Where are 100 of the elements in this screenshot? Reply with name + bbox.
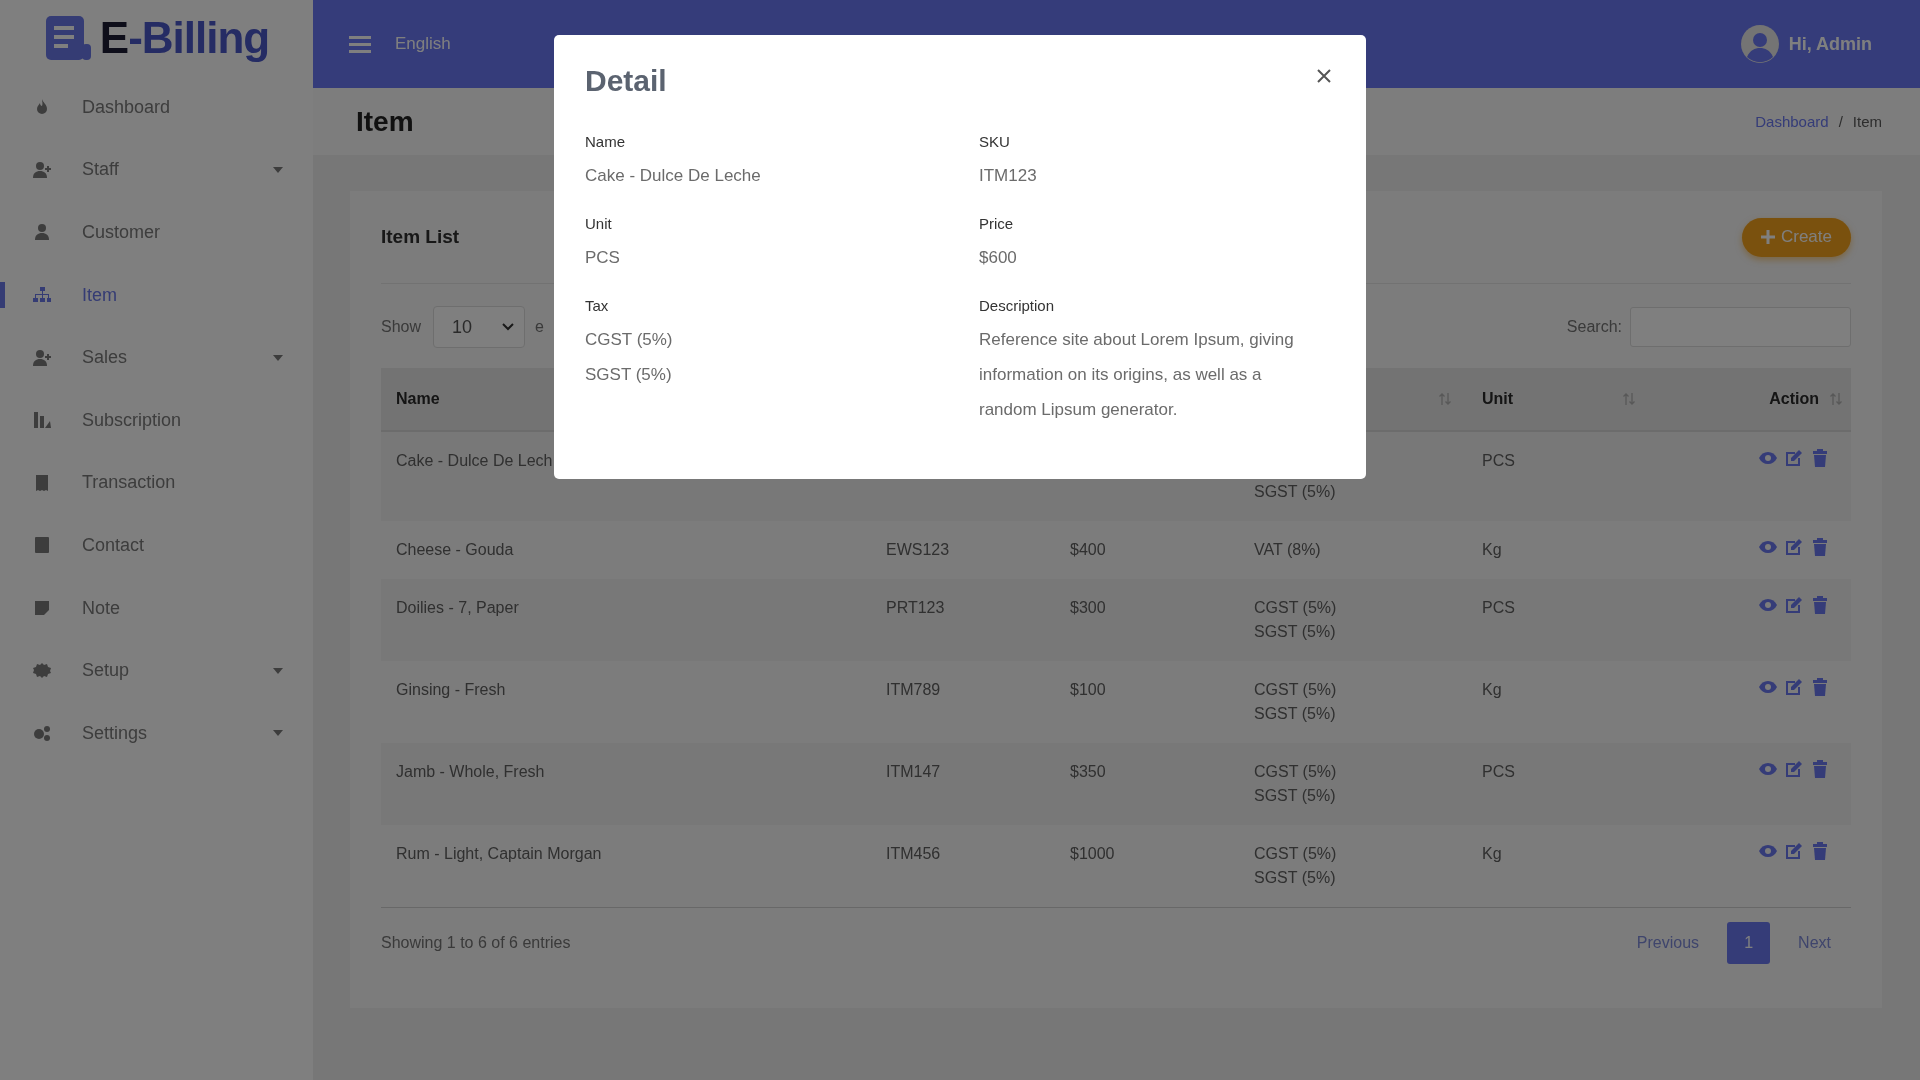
chevron-icon (502, 323, 515, 331)
field-value: ITM123 (979, 165, 1038, 187)
item-price: $300 (1070, 598, 1107, 618)
page-title: Item (356, 105, 414, 138)
breadcrumb-current: Item (1852, 113, 1882, 130)
item-tax: SGST (5%) (1254, 482, 1337, 502)
item-sku: ITM789 (886, 680, 942, 700)
page-button[interactable]: 1 (1727, 922, 1771, 964)
sitemap-icon (33, 286, 51, 305)
item-unit: Kg (1482, 540, 1503, 560)
item-unit: PCS (1482, 451, 1516, 471)
create-button[interactable]: Create (1741, 217, 1851, 257)
view-icon[interactable] (1759, 596, 1777, 614)
menu-icon[interactable] (349, 35, 371, 53)
item-tax: SGST (5%) (1254, 622, 1337, 642)
sort-icon[interactable] (1622, 392, 1636, 406)
item-unit: PCS (1482, 598, 1516, 618)
item-price: $100 (1070, 680, 1107, 700)
edit-icon[interactable] (1785, 842, 1803, 860)
delete-icon[interactable] (1811, 596, 1829, 614)
previous-button[interactable]: Previous (1616, 922, 1720, 964)
dialog-title: Detail (585, 63, 667, 99)
item-name: Cheese - Gouda (396, 540, 515, 560)
view-icon[interactable] (1759, 760, 1777, 778)
field-value: Cake - Dulce De Leche (585, 165, 762, 187)
nav-item[interactable]: Dashboard (0, 76, 313, 139)
field-label: Unit (585, 215, 613, 232)
item-sku: ITM456 (886, 844, 942, 864)
edit-icon[interactable] (1785, 760, 1803, 778)
language-selector[interactable]: English (395, 34, 451, 54)
chart-icon (33, 411, 51, 430)
note-icon (33, 599, 51, 618)
user-plus-icon (33, 348, 51, 367)
delete-icon[interactable] (1811, 760, 1829, 778)
item-tax: SGST (5%) (1254, 786, 1337, 806)
field-label: Price (979, 215, 1015, 232)
gears-icon (33, 724, 51, 743)
view-icon[interactable] (1759, 449, 1777, 467)
nav-item[interactable]: Staff (0, 138, 313, 202)
search-label: Search: (1566, 318, 1622, 336)
card-title: Item List (381, 226, 460, 248)
user-icon (33, 223, 51, 242)
item-tax: CGST (5%) (1254, 680, 1338, 700)
user-greeting[interactable]: Hi, Admin (1788, 33, 1872, 55)
item-sku: ITM147 (886, 762, 942, 782)
nav-item[interactable]: Item (0, 263, 313, 327)
item-tax: SGST (5%) (1254, 868, 1337, 888)
nav-item[interactable]: Settings (0, 701, 313, 765)
item-sku: EWS123 (886, 540, 951, 560)
field-value: $600 (979, 247, 1018, 269)
user-plus-icon (33, 160, 51, 179)
view-icon[interactable] (1759, 842, 1777, 860)
field-label: Tax (585, 297, 610, 314)
item-unit: PCS (1482, 762, 1516, 782)
nav-item[interactable]: Customer (0, 201, 313, 264)
column-header[interactable]: Action (1651, 368, 1851, 432)
delete-icon[interactable] (1811, 678, 1829, 696)
logo-text: E-Billing (99, 13, 270, 63)
item-name: Rum - Light, Captain Morgan (396, 844, 603, 864)
item-sku: PRT123 (886, 598, 946, 618)
field-value: PCS (585, 247, 621, 269)
item-name: Jamb - Whole, Fresh (396, 762, 546, 782)
field-label: SKU (979, 133, 1011, 150)
edit-icon[interactable] (1785, 596, 1803, 614)
sort-icon[interactable] (1438, 392, 1452, 406)
breadcrumb-link[interactable]: Dashboard (1755, 113, 1829, 130)
field-value: SGST (5%) (585, 364, 673, 386)
item-unit: Kg (1482, 844, 1503, 864)
delete-icon[interactable] (1811, 449, 1829, 467)
nav-item[interactable]: Subscription (0, 388, 313, 452)
receipt-icon (33, 473, 51, 492)
item-unit: Kg (1482, 680, 1503, 700)
breadcrumb-separator: / (1838, 113, 1843, 130)
plus-icon (1760, 230, 1775, 244)
next-button[interactable]: Next (1778, 922, 1851, 964)
edit-icon[interactable] (1785, 449, 1803, 467)
nav-item[interactable]: Contact (0, 514, 313, 577)
delete-icon[interactable] (1811, 538, 1829, 556)
item-tax: CGST (5%) (1254, 844, 1338, 864)
nav-item[interactable]: Sales (0, 326, 313, 389)
avatar-icon[interactable] (1740, 25, 1779, 63)
edit-icon[interactable] (1785, 538, 1803, 556)
field-label: Name (585, 133, 626, 150)
nav-item[interactable]: Note (0, 576, 313, 640)
field-value: Reference site about Lorem Ipsum, giving information on its origins, as well as a random Lipsum generator. (979, 329, 1295, 421)
item-name: Cake - Dulce De Lech (396, 451, 554, 471)
entries-label: e (535, 318, 544, 336)
nav-item[interactable]: Setup (0, 639, 313, 702)
gear-icon (33, 661, 51, 680)
contact-icon (33, 536, 51, 555)
delete-icon[interactable] (1811, 842, 1829, 860)
view-icon[interactable] (1759, 678, 1777, 696)
sort-icon[interactable] (1829, 392, 1843, 406)
edit-icon[interactable] (1785, 678, 1803, 696)
view-icon[interactable] (1759, 538, 1777, 556)
item-name: Doilies - 7, Paper (396, 598, 520, 618)
column-header[interactable]: Unit (1467, 368, 1651, 432)
entries-info: Showing 1 to 6 of 6 entries (381, 934, 571, 952)
nav-item[interactable]: Transaction (0, 451, 313, 515)
page-size-select[interactable]: 10 (433, 306, 526, 348)
